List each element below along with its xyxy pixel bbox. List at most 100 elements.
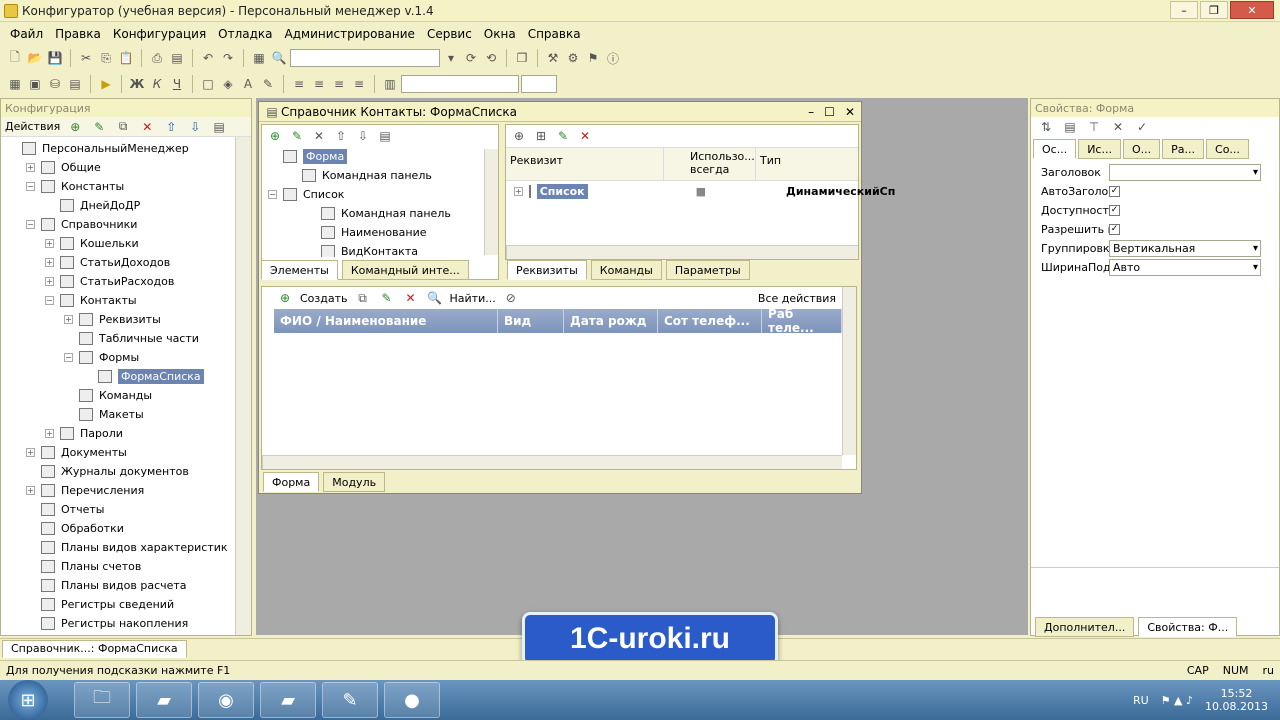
justify-icon[interactable]: ≡ [350,75,368,93]
tree-item[interactable]: ДнейДоДР [7,196,251,215]
start-button[interactable]: ⊞ [8,680,48,720]
preview-vscroll[interactable] [842,287,856,455]
explorer-taskbar-icon[interactable]: 🗀 [74,682,130,718]
1c-config-taskbar-icon[interactable]: ▰ [260,682,316,718]
edit-row-icon[interactable]: ✎ [378,289,396,307]
tree-item[interactable]: Команды [7,386,251,405]
tree-item[interactable]: Регистры сведений [7,595,251,614]
find-doc-icon[interactable]: ▦ [250,49,268,67]
close-button[interactable]: ✕ [1230,1,1274,19]
menu-item[interactable]: Окна [484,27,516,41]
copy-icon[interactable]: ⎘ [97,49,115,67]
attr-add-child-icon[interactable]: ⊞ [532,127,550,145]
bookmark-icon[interactable]: ⚑ [584,49,602,67]
tree-item[interactable]: + Документы [7,443,251,462]
tab[interactable]: Ис... [1078,139,1121,159]
tray-lang[interactable]: RU [1133,694,1149,707]
tree-item[interactable]: − Формы [7,348,251,367]
elements-scrollbar[interactable] [484,149,498,255]
form-minimize-button[interactable]: – [808,105,814,119]
prop-combo[interactable]: Вертикальная [1109,240,1261,257]
recorder-taskbar-icon[interactable]: ● [384,682,440,718]
expander-icon[interactable]: + [26,163,35,172]
expander-icon[interactable]: − [64,353,73,362]
tree-item[interactable]: ПерсональныйМенеджер [7,139,251,158]
restore-button[interactable]: ❐ [1200,1,1228,19]
menu-item[interactable]: Отладка [218,27,272,41]
calc-icon[interactable]: ▣ [26,75,44,93]
cancel-find-icon[interactable]: ⊘ [502,289,520,307]
align-left-icon[interactable]: ≡ [290,75,308,93]
move-down-icon[interactable]: ⇩ [186,118,204,136]
tree-item[interactable]: Командная панель [268,204,498,223]
tray-date[interactable]: 10.08.2013 [1205,700,1268,713]
table-icon[interactable]: ▤ [66,75,84,93]
tree-item[interactable]: Командная панель [268,166,498,185]
grid-column-header[interactable]: Раб теле... [762,307,842,335]
expander-icon[interactable]: + [45,277,54,286]
tab[interactable]: Команды [590,260,662,280]
highlight-icon[interactable]: ✎ [259,75,277,93]
grid-column-header[interactable]: ФИО / Наименование [274,309,498,333]
expander-icon[interactable]: + [26,448,35,457]
search-combo[interactable] [290,49,440,67]
fill-icon[interactable]: ◈ [219,75,237,93]
db-icon[interactable]: ⛁ [46,75,64,93]
align-right-icon[interactable]: ≡ [330,75,348,93]
tab[interactable]: Ос... [1033,139,1077,159]
font-combo[interactable] [401,75,519,93]
tree-item[interactable]: ВидКонтакта [268,242,498,257]
expander-icon[interactable]: + [45,239,54,248]
bold-icon[interactable]: Ж [128,75,146,93]
apply-icon[interactable]: ✓ [1133,118,1151,136]
1c-taskbar-icon[interactable]: ▰ [136,682,192,718]
add-icon[interactable]: ⊕ [66,118,84,136]
filter-icon[interactable]: ▤ [210,118,228,136]
move-up-icon[interactable]: ⇧ [162,118,180,136]
tree-item[interactable]: + СтатьиРасходов [7,272,251,291]
undo-icon[interactable]: ↶ [199,49,217,67]
categories-icon[interactable]: ▤ [1061,118,1079,136]
cells-icon[interactable]: ▥ [381,75,399,93]
find-button[interactable]: Найти... [450,292,496,305]
tree-item[interactable]: Обработки [7,519,251,538]
el-add-icon[interactable]: ⊕ [266,127,284,145]
tree-item[interactable]: Форма [268,147,498,166]
tree-item[interactable]: Планы видов расчета [7,576,251,595]
expander-icon[interactable]: − [26,220,35,229]
tree-item[interactable]: Отчеты [7,500,251,519]
edit-icon[interactable]: ✎ [90,118,108,136]
menu-item[interactable]: Правка [55,27,101,41]
debug-icon[interactable]: ⚙ [564,49,582,67]
clear-icon[interactable]: ✕ [1109,118,1127,136]
create-button[interactable]: Создать [300,292,348,305]
tab[interactable]: Реквизиты [507,260,587,280]
size-combo[interactable] [521,75,557,93]
attr-row[interactable]: + Список ■ ДинамическийСп [506,181,895,201]
tree-item[interactable]: Регистры накопления [7,614,251,633]
paste-icon[interactable]: 📋 [117,49,135,67]
windows-icon[interactable]: ❐ [513,49,531,67]
tree-item[interactable]: + Кошельки [7,234,251,253]
print-icon[interactable]: ⎙ [148,49,166,67]
tree-item[interactable]: Макеты [7,405,251,424]
tree-item[interactable]: + Пароли [7,424,251,443]
actions-button[interactable]: Действия [5,120,60,133]
copy-item-icon[interactable]: ⧉ [114,118,132,136]
tree-item[interactable]: − Контакты [7,291,251,310]
prop-combo[interactable]: Авто [1109,259,1261,276]
tab[interactable]: Со... [1206,139,1249,159]
attr-edit-icon[interactable]: ✎ [554,127,572,145]
tree-item[interactable]: − Справочники [7,215,251,234]
menu-item[interactable]: Файл [10,27,43,41]
menu-item[interactable]: Конфигурация [113,27,206,41]
dropdown-icon[interactable]: ▾ [442,49,460,67]
border-icon[interactable]: □ [199,75,217,93]
save-icon[interactable]: 💾 [46,49,64,67]
tree-item[interactable]: − Константы [7,177,251,196]
find-prev-icon[interactable]: ⟲ [482,49,500,67]
form-maximize-button[interactable]: ☐ [824,105,835,119]
syntax-icon[interactable]: ⚒ [544,49,562,67]
expander-icon[interactable]: + [45,429,54,438]
menu-item[interactable]: Справка [528,27,581,41]
